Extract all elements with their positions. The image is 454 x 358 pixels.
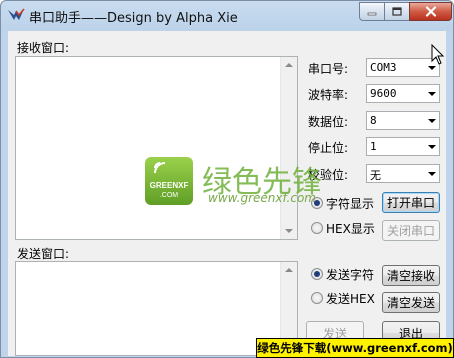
logo-text: GREENXF: [150, 181, 189, 190]
baud-label: 波特率:: [308, 88, 349, 102]
close-button[interactable]: [409, 2, 452, 21]
parity-value: 无: [370, 169, 381, 182]
close-port-button[interactable]: 关闭串口: [382, 220, 440, 241]
stopbits-label: 停止位:: [308, 141, 349, 155]
chevron-down-icon[interactable]: [428, 92, 436, 96]
port-select[interactable]: COM3: [366, 58, 440, 77]
hex-display-label[interactable]: HEX显示: [326, 220, 375, 237]
chevron-down-icon[interactable]: [428, 66, 436, 70]
baud-value: 9600: [370, 87, 397, 100]
wifi-icon: GREENXF .COM: [150, 162, 189, 199]
stopbits-value: 1: [370, 140, 377, 153]
mouse-cursor-icon: [431, 44, 445, 65]
app-icon: [8, 8, 25, 20]
receive-window-label: 接收窗口:: [17, 41, 70, 55]
window-title: 串口助手——Design by Alpha Xie: [29, 11, 238, 26]
scroll-up-icon[interactable]: [285, 63, 293, 67]
chevron-down-icon[interactable]: [428, 145, 436, 149]
databits-select[interactable]: 8: [366, 111, 440, 130]
watermark-url: www.greenxf.com: [208, 191, 316, 205]
port-label: 串口号:: [308, 62, 349, 76]
clear-send-button[interactable]: 清空发送: [382, 292, 440, 313]
baud-select[interactable]: 9600: [366, 84, 440, 103]
send-window-label: 发送窗口:: [17, 247, 70, 261]
send-hex-label[interactable]: 发送HEX: [326, 290, 375, 307]
hex-display-radio[interactable]: [311, 222, 323, 234]
close-icon: [425, 6, 436, 17]
logo-sub: .COM: [160, 192, 178, 199]
receive-scrollbar[interactable]: [280, 57, 297, 239]
receive-textbox[interactable]: [15, 56, 298, 240]
minimize-icon: [367, 12, 377, 15]
send-hex-radio[interactable]: [311, 292, 323, 304]
maximize-button[interactable]: [384, 2, 410, 21]
maximize-icon: [392, 7, 402, 16]
port-value: COM3: [370, 61, 397, 74]
send-char-label[interactable]: 发送字符: [326, 266, 374, 283]
scroll-up-icon[interactable]: [285, 268, 293, 272]
open-port-button[interactable]: 打开串口: [382, 192, 440, 213]
watermark-banner: 绿色先锋下载(www.greenxf.com): [256, 338, 454, 358]
databits-value: 8: [370, 114, 377, 127]
stopbits-select[interactable]: 1: [366, 137, 440, 156]
databits-label: 数据位:: [308, 115, 349, 129]
greenxf-logo: GREENXF .COM: [145, 157, 193, 205]
clear-receive-button[interactable]: 清空接收: [382, 265, 440, 286]
char-display-label[interactable]: 字符显示: [326, 195, 374, 212]
scroll-down-icon[interactable]: [285, 229, 293, 233]
minimize-button[interactable]: [359, 2, 385, 21]
client-area: 接收窗口: 发送窗口: 串口号: COM3 波特率: 9600 数据位: 8 停…: [8, 31, 446, 356]
title-bar[interactable]: 串口助手——Design by Alpha Xie: [1, 1, 453, 31]
parity-select[interactable]: 无: [366, 164, 440, 183]
send-char-radio[interactable]: [311, 268, 323, 280]
chevron-down-icon[interactable]: [428, 172, 436, 176]
app-window: 串口助手——Design by Alpha Xie 接收窗口: 发送窗口: 串口…: [0, 0, 454, 358]
chevron-down-icon[interactable]: [428, 119, 436, 123]
